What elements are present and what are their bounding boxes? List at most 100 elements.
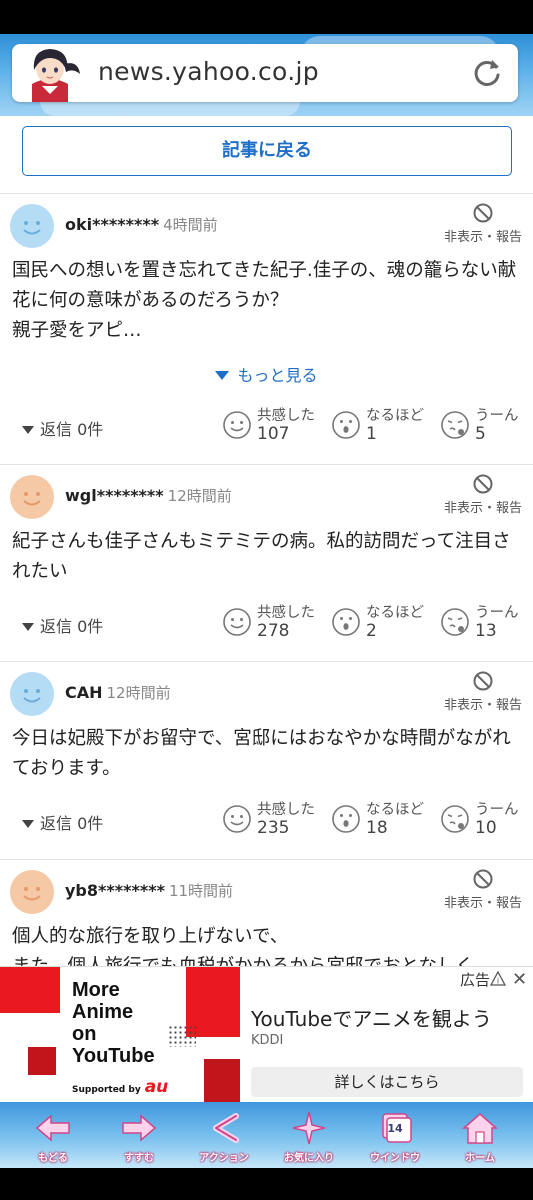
thinking-face-icon — [441, 608, 469, 636]
hide-report-label: 非表示・報告 — [443, 230, 522, 245]
reply-toggle[interactable]: 返信 0件 — [22, 416, 103, 440]
comment-time: 4時間前 — [163, 216, 218, 234]
hide-report-label: 非表示・報告 — [443, 896, 522, 911]
comment-item: oki******** 4時間前 非表示・報告 国民への想いを置き忘れてきた紀子.… — [0, 194, 533, 465]
ad-cta-button[interactable]: 詳しくはこちら — [251, 1067, 523, 1097]
hide-report-button[interactable]: 非表示・報告 — [438, 473, 528, 516]
reply-toggle[interactable]: 返信 0件 — [22, 810, 103, 834]
au-logo: au — [144, 1077, 169, 1097]
nav-windows[interactable]: 14 ウインドウ — [352, 1106, 438, 1168]
nav-forward[interactable]: すすむ — [96, 1106, 182, 1168]
comment-time: 12時間前 — [167, 487, 232, 505]
hide-report-button[interactable]: 非表示・報告 — [438, 868, 528, 911]
surprised-face-icon — [332, 411, 360, 439]
comment-body: 国民への想いを置き忘れてきた紀子.佳子の、魂の籠らない献花に何の意味があるのだろ… — [12, 260, 517, 341]
ad-decor — [168, 1025, 196, 1047]
smile-face-icon — [23, 492, 41, 506]
nav-label: アクション — [199, 1153, 249, 1164]
ad-title[interactable]: YouTubeでアニメを観よう — [251, 1003, 492, 1032]
avatar[interactable] — [10, 672, 54, 716]
reaction-count: 278 — [257, 621, 290, 641]
reaction-hmm[interactable]: うーん 5 — [440, 404, 533, 448]
reaction-insight[interactable]: なるほど 2 — [331, 601, 431, 645]
svg-text:i: i — [497, 977, 499, 986]
thinking-face-icon — [441, 411, 469, 439]
reaction-count: 235 — [257, 818, 290, 838]
reaction-label: うーん — [475, 605, 519, 621]
hide-report-label: 非表示・報告 — [443, 698, 522, 713]
ad-badge[interactable]: 広告 i — [460, 969, 507, 990]
reaction-empathy[interactable]: 共感した 107 — [222, 404, 322, 448]
reaction-count: 10 — [475, 818, 497, 838]
url-text[interactable]: news.yahoo.co.jp — [98, 57, 319, 86]
surprised-face-icon — [332, 608, 360, 636]
caret-down-icon — [215, 371, 230, 380]
reaction-insight[interactable]: なるほど 18 — [331, 798, 431, 842]
reaction-label: なるほど — [366, 408, 424, 424]
smile-face-icon — [223, 805, 251, 833]
close-icon[interactable]: ✕ — [512, 969, 527, 990]
reaction-empathy[interactable]: 共感した 235 — [222, 798, 322, 842]
share-icon — [213, 1113, 239, 1143]
comment-user[interactable]: oki******** 4時間前 — [65, 214, 218, 235]
reply-toggle[interactable]: 返信 0件 — [22, 613, 103, 637]
surprised-face-icon — [332, 805, 360, 833]
url-bar[interactable]: news.yahoo.co.jp — [12, 44, 518, 102]
ad-image[interactable]: More Anime on YouTube Supported by au — [0, 967, 240, 1103]
comment-time: 12時間前 — [106, 684, 171, 702]
ad-decor — [204, 1059, 240, 1103]
nav-action[interactable]: アクション — [181, 1106, 267, 1168]
show-more-link[interactable]: もっと見る — [0, 362, 533, 386]
reaction-label: うーん — [475, 408, 519, 424]
reaction-count: 107 — [257, 424, 290, 444]
avatar[interactable] — [10, 475, 54, 519]
smile-face-icon — [23, 689, 41, 703]
ban-icon — [473, 869, 493, 889]
nav-favorites[interactable]: お気に入り — [266, 1106, 352, 1168]
nav-label: ホーム — [465, 1153, 495, 1164]
info-icon[interactable]: i — [490, 971, 507, 987]
comment-item: CAH 12時間前 非表示・報告 今日は妃殿下がお留守で、宮邸にはおなやかな時間が… — [0, 662, 533, 860]
back-arrow-icon — [35, 1114, 70, 1142]
hide-report-button[interactable]: 非表示・報告 — [438, 202, 528, 245]
hide-report-button[interactable]: 非表示・報告 — [438, 670, 528, 713]
forward-arrow-icon — [122, 1114, 157, 1142]
reaction-label: なるほど — [366, 605, 424, 621]
ad-banner[interactable]: More Anime on YouTube Supported by au 広告 i… — [0, 966, 533, 1103]
avatar[interactable] — [10, 204, 54, 248]
comment-user[interactable]: CAH 12時間前 — [65, 682, 171, 703]
browser-toolbar: news.yahoo.co.jp — [0, 34, 533, 116]
nav-label: お気に入り — [284, 1153, 334, 1164]
nav-label: もどる — [38, 1153, 68, 1164]
comment-time: 11時間前 — [168, 882, 234, 900]
comment-item: yb8******** 11時間前 非表示・報告 個人的な旅行を取り上げないで、 … — [0, 860, 533, 966]
reaction-count: 2 — [366, 621, 377, 641]
star-sparkle-icon — [292, 1111, 326, 1145]
comment-body: 個人的な旅行を取り上げないで、 また、個人旅行でも血税がかかるから宮邸でおとなし… — [12, 926, 474, 966]
hide-report-label: 非表示・報告 — [443, 501, 522, 516]
window-count-badge: 14 — [387, 1122, 403, 1135]
reaction-insight[interactable]: なるほど 1 — [331, 404, 431, 448]
caret-down-icon — [22, 820, 34, 828]
ban-icon — [473, 671, 493, 691]
nav-home[interactable]: ホーム — [437, 1106, 523, 1168]
comment-body: 紀子さんも佳子さんもミテミテの病。私的訪問だって注目されたい — [12, 531, 511, 582]
back-to-article-button[interactable]: 記事に戻る — [22, 126, 512, 176]
comment-user[interactable]: wgl******** 12時間前 — [65, 485, 232, 506]
nav-label: ウインドウ — [370, 1153, 420, 1164]
comment-item: wgl******** 12時間前 非表示・報告 紀子さんも佳子さんもミテミテの病… — [0, 465, 533, 662]
reload-icon[interactable] — [470, 56, 504, 90]
ad-decor — [0, 967, 60, 1013]
ban-icon — [473, 203, 493, 223]
reaction-empathy[interactable]: 共感した 278 — [222, 601, 322, 645]
comment-user[interactable]: yb8******** 11時間前 — [65, 880, 233, 901]
avatar[interactable] — [10, 870, 54, 914]
nav-back[interactable]: もどる — [10, 1106, 96, 1168]
ad-image-copy: More Anime on YouTube — [72, 979, 155, 1067]
reaction-hmm[interactable]: うーん 10 — [440, 798, 533, 842]
reaction-label: うーん — [475, 802, 519, 818]
ban-icon — [473, 474, 493, 494]
anime-girl-avatar[interactable] — [18, 44, 82, 102]
reaction-hmm[interactable]: うーん 13 — [440, 601, 533, 645]
smile-face-icon — [223, 411, 251, 439]
